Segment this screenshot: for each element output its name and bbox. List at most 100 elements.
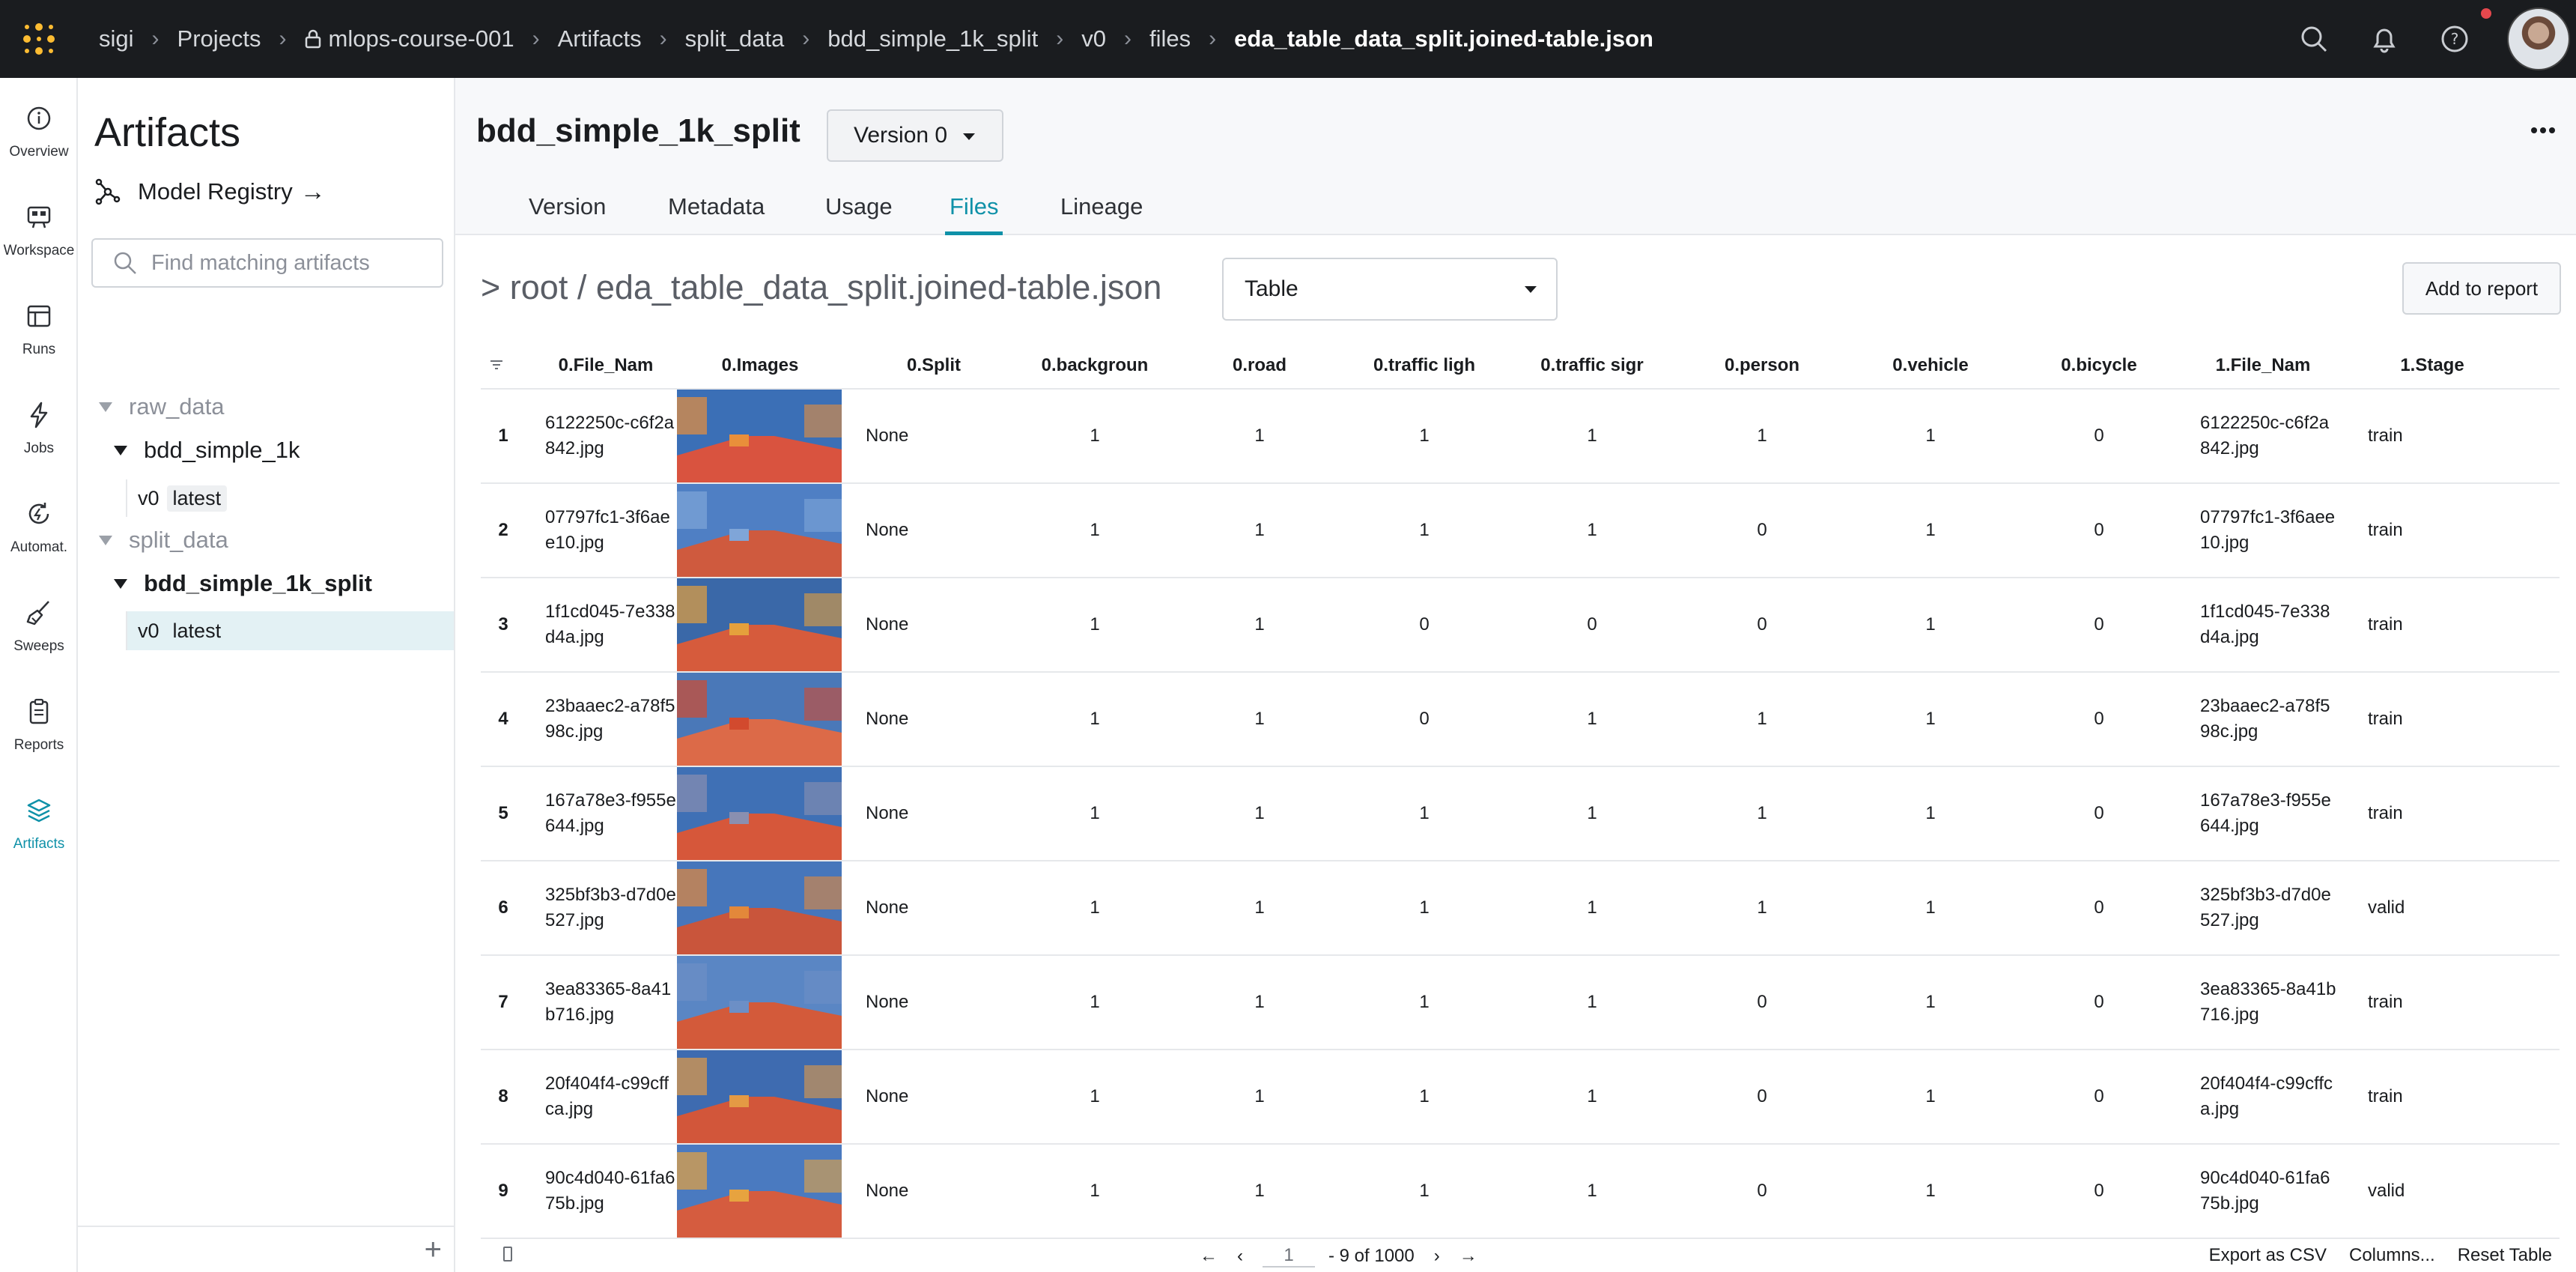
breadcrumb-files[interactable]: files	[1145, 25, 1195, 52]
breadcrumb-projects[interactable]: Projects	[173, 25, 266, 52]
column-header[interactable]: 0.traffic ligh	[1342, 343, 1507, 388]
table-row[interactable]: 3 1f1cd045-7e338d4a.jpg None 1 1 0 0 0 1 0 1f1cd04…	[481, 578, 2560, 673]
column-header[interactable]: 1.File_Nam	[2190, 343, 2336, 388]
columns-button[interactable]: Columns...	[2349, 1245, 2435, 1266]
main-content: bdd_simple_1k_split Version 0 Version Me…	[455, 78, 2576, 1272]
table-row[interactable]: 4 23baaec2-a78f598c.jpg None 1 1 0 1 1 1 0 23baaec…	[481, 673, 2560, 767]
cell-traffic-light: 1	[1419, 520, 1430, 540]
column-header[interactable]: 0.vehicle	[1847, 343, 2014, 388]
segmentation-image-thumbnail[interactable]	[677, 1050, 842, 1143]
breadcrumb-project[interactable]: mlops-course-001	[300, 25, 519, 52]
table-row[interactable]: 2 07797fc1-3f6aee10.jpg None 1 1 1 1 0 1 0 07797fc…	[481, 484, 2560, 578]
find-artifacts-search[interactable]	[91, 238, 443, 288]
column-header[interactable]: 0.File_Nam	[535, 343, 677, 388]
column-header[interactable]: 0.road	[1177, 343, 1342, 388]
table-row[interactable]: 6 325bf3b3-d7d0e527.jpg None 1 1 1 1 1 1 0 325bf3b…	[481, 861, 2560, 956]
segmentation-image-thumbnail[interactable]	[677, 390, 842, 482]
cell-road: 1	[1254, 709, 1265, 729]
cell-split: None	[866, 992, 909, 1012]
wandb-logo[interactable]	[0, 0, 78, 78]
bell-icon[interactable]	[2366, 21, 2402, 57]
column-header[interactable]: 0.bicycle	[2014, 343, 2184, 388]
tree-version-v0[interactable]: v0 latest	[126, 479, 455, 517]
segmentation-image-thumbnail[interactable]	[677, 673, 842, 766]
table-row[interactable]: 8 20f404f4-c99cffca.jpg None 1 1 1 1 0 1 0 20f404f…	[481, 1050, 2560, 1145]
version-select[interactable]: Version 0	[827, 109, 1003, 162]
segmentation-image-thumbnail[interactable]	[677, 767, 842, 860]
segmentation-image-thumbnail[interactable]	[677, 956, 842, 1049]
tree-artifact-label: bdd_simple_1k	[144, 437, 300, 463]
breadcrumb-version[interactable]: v0	[1077, 25, 1111, 52]
tree-artifact-bdd-simple-1k[interactable]: bdd_simple_1k	[78, 431, 455, 469]
cell-file: 325bf3b3-d7d0e527.jpg	[545, 885, 676, 930]
chevron-right-icon: ›	[279, 26, 287, 51]
first-page-icon[interactable]: ←	[1200, 1246, 1218, 1267]
cell-vehicle: 1	[1925, 425, 1936, 446]
cell-split: None	[866, 709, 909, 729]
more-options-icon[interactable]	[2531, 127, 2555, 133]
reset-table-button[interactable]: Reset Table	[2458, 1245, 2552, 1266]
nav-overview[interactable]: Overview	[0, 87, 78, 177]
prev-page-icon[interactable]: ‹	[1237, 1246, 1243, 1267]
cell-road: 1	[1254, 992, 1265, 1012]
column-header[interactable]: 0.Split	[855, 343, 1012, 388]
nav-workspace[interactable]: Workspace	[0, 186, 78, 276]
breadcrumb-artifact[interactable]: bdd_simple_1k_split	[823, 25, 1042, 52]
add-icon[interactable]: +	[425, 1233, 442, 1267]
column-header[interactable]: 0.traffic sigr	[1507, 343, 1677, 388]
table-row[interactable]: 9 90c4d040-61fa675b.jpg None 1 1 1 1 0 1 0 90c4d04…	[481, 1145, 2560, 1239]
column-header[interactable]: 1.Stage	[2357, 343, 2507, 388]
segmentation-image-thumbnail[interactable]	[677, 484, 842, 577]
tree-artifact-bdd-simple-1k-split[interactable]: bdd_simple_1k_split	[78, 565, 455, 602]
tree-type-split-data[interactable]: split_data	[78, 521, 455, 559]
filter-icon[interactable]	[488, 357, 505, 373]
tab-lineage[interactable]: Lineage	[1060, 183, 1143, 235]
table-footer: ← ‹ 1 - 9 of 1000 › → Export as CSV Colu…	[481, 1238, 2560, 1272]
next-page-icon[interactable]: ›	[1434, 1246, 1440, 1267]
search-icon[interactable]	[2296, 21, 2332, 57]
tab-version[interactable]: Version	[529, 183, 606, 235]
add-to-report-button[interactable]: Add to report	[2402, 262, 2561, 315]
column-header[interactable]: 0.person	[1677, 343, 1847, 388]
cell-person: 0	[1757, 1086, 1767, 1106]
column-header[interactable]: 0.backgroun	[1012, 343, 1177, 388]
table-row[interactable]: 1 6122250c-c6f2a842.jpg None 1 1 1 1 1 1 0 6122250…	[481, 390, 2560, 484]
nav-artifacts[interactable]: Artifacts	[0, 779, 78, 869]
tab-files[interactable]: Files	[944, 183, 1003, 235]
page-input[interactable]: 1	[1263, 1245, 1315, 1268]
panel-toggle-icon[interactable]	[503, 1247, 512, 1262]
segmentation-image-thumbnail[interactable]	[677, 861, 842, 954]
nav-sweeps[interactable]: Sweeps	[0, 581, 78, 671]
avatar[interactable]	[2507, 7, 2570, 70]
table-row[interactable]: 5 167a78e3-f955e644.jpg None 1 1 1 1 1 1 0 167a78e…	[481, 767, 2560, 861]
tree-type-raw-data[interactable]: raw_data	[78, 388, 455, 425]
segmentation-image-thumbnail[interactable]	[677, 578, 842, 671]
search-input[interactable]	[151, 250, 436, 276]
table-header: 0.File_Nam 0.Images 0.Split 0.backgroun 0.ro…	[481, 343, 2560, 390]
breadcrumb-artifact-type[interactable]: split_data	[681, 25, 789, 52]
tab-usage[interactable]: Usage	[825, 183, 893, 235]
model-registry-label: Model Registry	[138, 178, 293, 205]
left-nav: Overview Workspace Runs Jobs Automat. Sw…	[0, 78, 78, 1272]
tree-version-v0-selected[interactable]: v0 latest	[126, 611, 454, 650]
table-row[interactable]: 7 3ea83365-8a41b716.jpg None 1 1 1 1 0 1 0 3ea8336…	[481, 956, 2560, 1050]
breadcrumb-artifacts[interactable]: Artifacts	[553, 25, 646, 52]
cell-file1: 90c4d040-61fa675b.jpg	[2200, 1168, 2330, 1214]
last-page-icon[interactable]: →	[1459, 1246, 1477, 1267]
cell-vehicle: 1	[1925, 897, 1936, 918]
segmentation-image-thumbnail[interactable]	[677, 1145, 842, 1238]
tab-metadata[interactable]: Metadata	[668, 183, 765, 235]
help-icon[interactable]: ?	[2437, 21, 2473, 57]
chevron-right-icon: ›	[1123, 26, 1131, 51]
nav-reports[interactable]: Reports	[0, 680, 78, 770]
nav-automations[interactable]: Automat.	[0, 482, 78, 572]
version-select-value: Version 0	[854, 123, 948, 148]
model-registry-link[interactable]: Model Registry →	[93, 177, 326, 207]
export-csv-button[interactable]: Export as CSV	[2209, 1245, 2327, 1266]
nav-jobs[interactable]: Jobs	[0, 384, 78, 473]
column-header[interactable]: 0.Images	[677, 343, 843, 388]
cell-file1: 3ea83365-8a41b716.jpg	[2200, 979, 2336, 1025]
nav-runs[interactable]: Runs	[0, 285, 78, 375]
view-select[interactable]: Table	[1222, 258, 1558, 321]
breadcrumb-entity[interactable]: sigi	[94, 25, 139, 52]
